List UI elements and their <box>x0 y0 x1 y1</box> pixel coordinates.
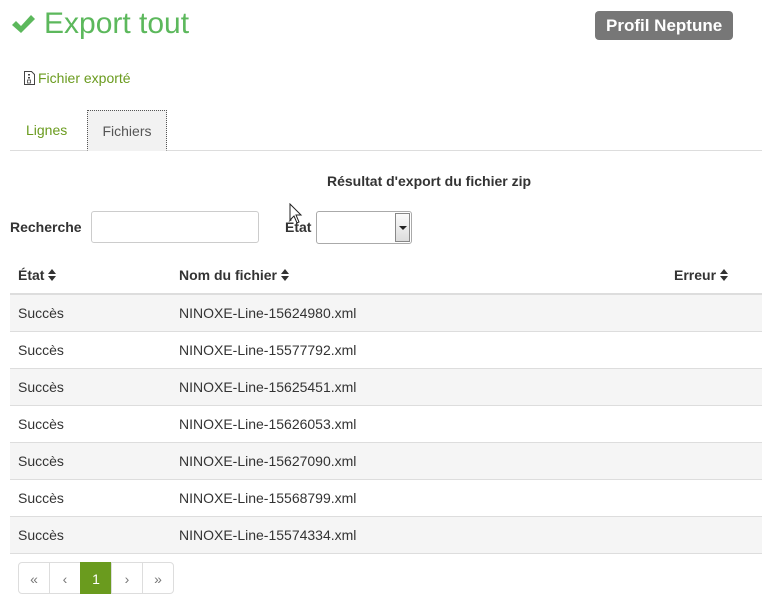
exported-file-label: Fichier exporté <box>38 70 131 86</box>
row-filename: NINOXE-Line-15624980.xml <box>171 293 666 332</box>
pagination: « ‹ 1 › » <box>18 562 174 594</box>
row-error <box>666 405 762 443</box>
page-last-button[interactable]: » <box>142 562 174 594</box>
search-label: Recherche <box>10 219 82 235</box>
row-state: Succès <box>10 293 171 332</box>
page-prev-button[interactable]: ‹ <box>49 562 81 594</box>
mouse-cursor-icon <box>289 203 303 224</box>
tab-lignes[interactable]: Lignes <box>26 110 67 149</box>
search-input[interactable] <box>91 211 259 243</box>
row-filename: NINOXE-Line-15577792.xml <box>171 331 666 369</box>
table-row: Succès NINOXE-Line-15568799.xml <box>10 479 762 517</box>
row-state: Succès <box>10 442 171 480</box>
state-filter-select[interactable] <box>316 211 412 244</box>
row-state: Succès <box>10 405 171 443</box>
row-filename: NINOXE-Line-15574334.xml <box>171 516 666 554</box>
export-results-table: État Nom du fichier Erreur Succès NINOXE… <box>10 256 762 554</box>
row-error <box>666 368 762 406</box>
chevron-down-icon[interactable] <box>395 213 410 242</box>
table-row: Succès NINOXE-Line-15624980.xml <box>10 293 762 332</box>
page-next-button[interactable]: › <box>111 562 143 594</box>
row-filename: NINOXE-Line-15625451.xml <box>171 368 666 406</box>
row-state: Succès <box>10 516 171 554</box>
row-error <box>666 293 762 332</box>
exported-file-link[interactable]: Fichier exporté <box>24 70 131 86</box>
check-icon <box>12 15 35 33</box>
sort-icon <box>720 268 729 281</box>
row-state: Succès <box>10 368 171 406</box>
row-error <box>666 331 762 369</box>
row-filename: NINOXE-Line-15626053.xml <box>171 405 666 443</box>
row-filename: NINOXE-Line-15568799.xml <box>171 479 666 517</box>
file-archive-icon <box>24 71 35 85</box>
table-header-row: État Nom du fichier Erreur <box>10 256 762 295</box>
profile-badge: Profil Neptune <box>595 11 734 40</box>
row-state: Succès <box>10 479 171 517</box>
table-row: Succès NINOXE-Line-15625451.xml <box>10 368 762 406</box>
table-row: Succès NINOXE-Line-15627090.xml <box>10 442 762 480</box>
row-filename: NINOXE-Line-15627090.xml <box>171 442 666 480</box>
column-header-filename[interactable]: Nom du fichier <box>171 256 666 295</box>
column-header-state[interactable]: État <box>10 256 171 295</box>
result-title: Résultat d'export du fichier zip <box>327 173 532 189</box>
row-state: Succès <box>10 331 171 369</box>
page-current-button[interactable]: 1 <box>80 562 112 594</box>
table-row: Succès NINOXE-Line-15577792.xml <box>10 331 762 369</box>
column-header-error[interactable]: Erreur <box>666 256 762 295</box>
tab-bar: Lignes Fichiers <box>10 110 762 151</box>
row-error <box>666 516 762 554</box>
table-row: Succès NINOXE-Line-15574334.xml <box>10 516 762 554</box>
page-first-button[interactable]: « <box>18 562 50 594</box>
page-title: Export tout <box>44 7 190 40</box>
tab-fichiers[interactable]: Fichiers <box>87 110 167 151</box>
sort-icon <box>281 268 290 281</box>
page-header: Export tout <box>10 4 189 44</box>
sort-icon <box>48 268 57 281</box>
row-error <box>666 442 762 480</box>
table-row: Succès NINOXE-Line-15626053.xml <box>10 405 762 443</box>
row-error <box>666 479 762 517</box>
